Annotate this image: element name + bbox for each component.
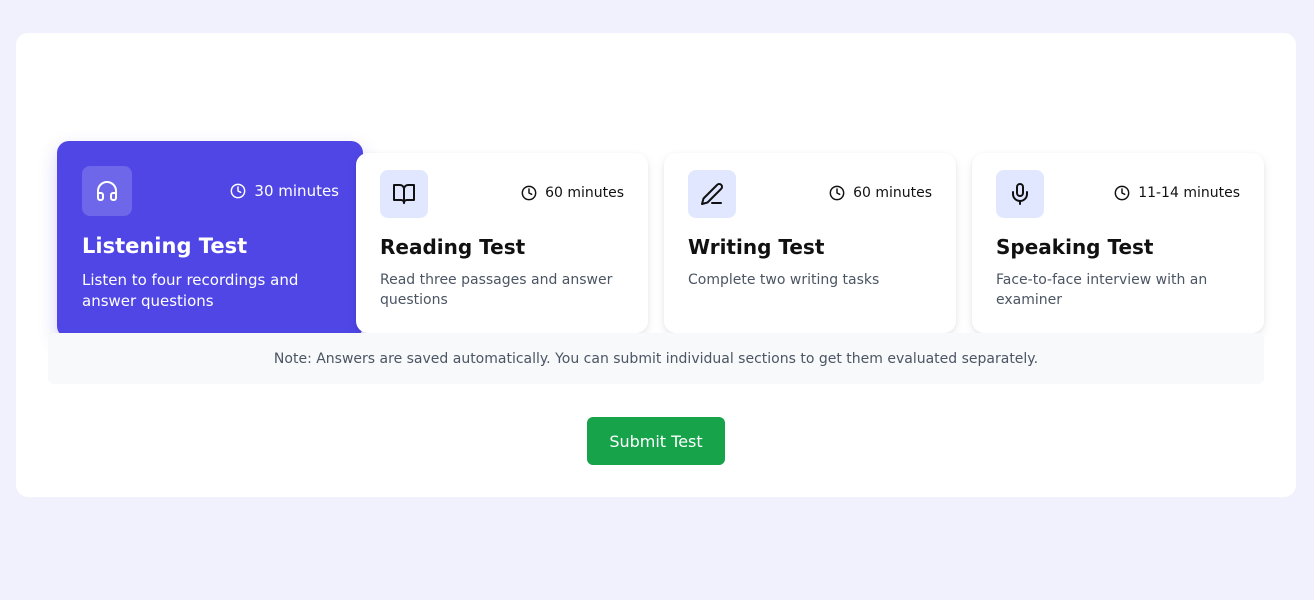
duration-label: 30 minutes [230, 182, 339, 200]
autosave-note: Note: Answers are saved automatically. Y… [48, 333, 1264, 384]
submit-test-button[interactable]: Submit Test [587, 417, 725, 465]
card-description: Face-to-face interview with an examiner [996, 272, 1208, 308]
card-description: Complete two writing tasks [688, 272, 880, 288]
card-title: Reading Test [380, 235, 526, 259]
clock-icon [829, 185, 845, 201]
card-title: Speaking Test [996, 235, 1154, 259]
microphone-icon [996, 170, 1044, 218]
card-title: Writing Test [688, 235, 825, 259]
card-title: Listening Test [82, 234, 248, 258]
duration-text: 60 minutes [545, 185, 624, 201]
book-icon [380, 170, 428, 218]
duration-label: 11-14 minutes [1114, 185, 1240, 201]
speaking-test-card[interactable]: 11-14 minutes Speaking Test Face-to-face… [972, 153, 1264, 333]
test-sections-panel: 30 minutes Listening Test Listen to four… [16, 33, 1296, 497]
clock-icon [1114, 185, 1130, 201]
duration-text: 60 minutes [853, 185, 932, 201]
headphones-icon [82, 166, 132, 216]
clock-icon [230, 183, 246, 199]
duration-text: 11-14 minutes [1138, 185, 1240, 201]
card-description: Listen to four recordings and answer que… [82, 271, 299, 310]
clock-icon [521, 185, 537, 201]
writing-test-card[interactable]: 60 minutes Writing Test Complete two wri… [664, 153, 956, 333]
duration-label: 60 minutes [829, 185, 932, 201]
pen-icon [688, 170, 736, 218]
duration-label: 60 minutes [521, 185, 624, 201]
duration-text: 30 minutes [254, 182, 339, 200]
reading-test-card[interactable]: 60 minutes Reading Test Read three passa… [356, 153, 648, 333]
listening-test-card[interactable]: 30 minutes Listening Test Listen to four… [57, 141, 363, 338]
card-description: Read three passages and answer questions [380, 272, 613, 308]
